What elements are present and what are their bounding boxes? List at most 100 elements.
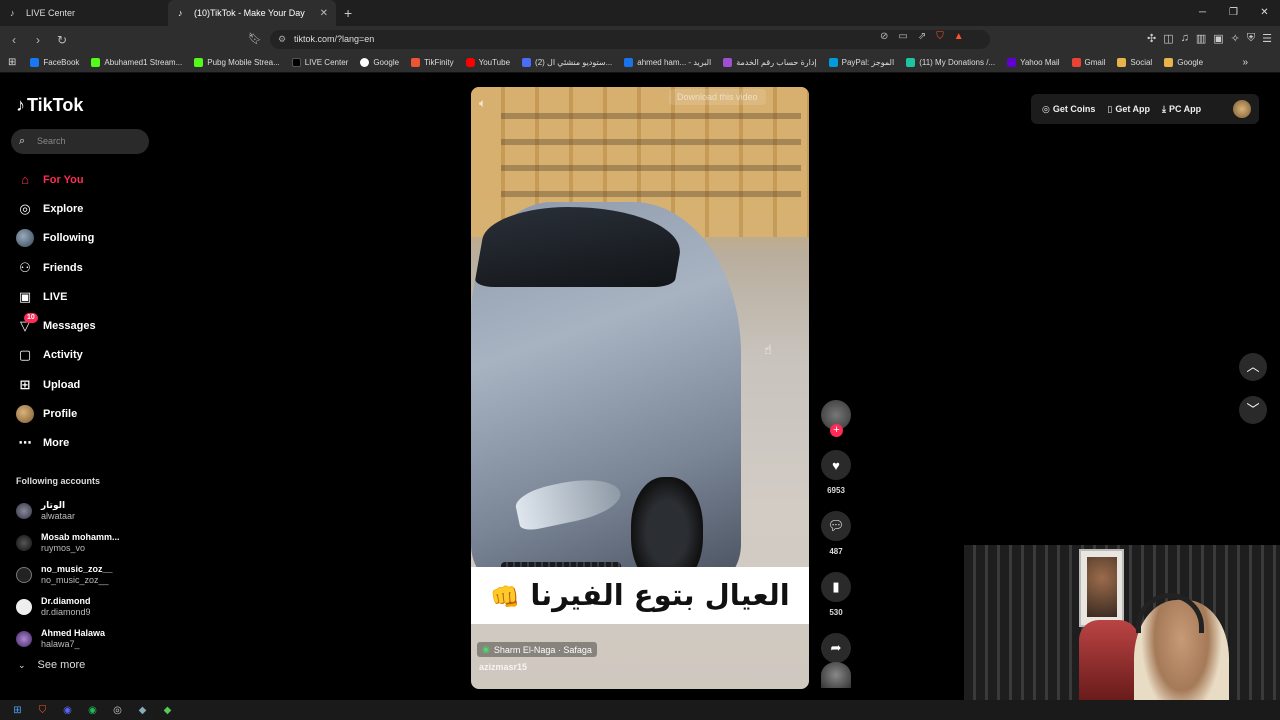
leo-ai-icon[interactable]: ✧ <box>1231 32 1240 45</box>
site-info-icon[interactable]: ⚙ <box>278 30 286 49</box>
cast-icon[interactable]: ▭ <box>898 31 907 42</box>
spotify-taskbar-icon[interactable]: ◉ <box>80 705 105 716</box>
youtube-icon <box>465 58 475 67</box>
video-author[interactable]: azizmasr15 <box>479 662 527 672</box>
reload-icon[interactable]: ↻ <box>52 33 72 47</box>
bookmark-item[interactable]: Yahoo Mail <box>1007 58 1060 67</box>
previous-video-button[interactable]: ︿ <box>1239 353 1267 381</box>
tiktok-favicon-icon: ♪ <box>178 8 183 18</box>
bookmark-item[interactable]: LIVE Center <box>291 58 348 67</box>
save-button[interactable]: ▮ 530 <box>820 572 852 617</box>
sidebar-item-upload[interactable]: ⊞ Upload <box>16 370 96 399</box>
sidebar-item-profile[interactable]: Profile <box>16 399 96 428</box>
bookmark-item[interactable]: إدارة حساب رقم الخدمة <box>723 58 817 67</box>
sidebar-menu: ⌂ For You ◎ Explore Following ⚇ Friends … <box>16 165 96 458</box>
location-tag[interactable]: ◉ Sharm El-Naga · Safaga <box>477 642 597 657</box>
list-item[interactable]: Ahmed Halawa halawa7_ <box>16 623 120 655</box>
windows-start-icon[interactable]: ⊞ <box>5 705 30 716</box>
profile-avatar-icon <box>16 405 34 424</box>
restore-icon[interactable]: ❐ <box>1218 0 1249 26</box>
download-video-button[interactable]: Download this video <box>669 89 766 105</box>
sidebar-item-explore[interactable]: ◎ Explore <box>16 194 96 223</box>
hand-cursor-icon: ☝ <box>764 342 772 357</box>
bookmark-item[interactable]: YouTube <box>465 58 510 67</box>
bookmark-item[interactable]: Google <box>360 58 399 67</box>
creator-avatar[interactable]: + <box>821 400 851 437</box>
pc-app-button[interactable]: ⤓ PC App <box>1162 104 1201 115</box>
live-icon: ▣ <box>18 288 32 304</box>
share-icon[interactable]: ⇗ <box>918 31 926 42</box>
tab-tiktok[interactable]: ♪ (10)TikTok - Make Your Day ✕ <box>168 0 336 26</box>
list-item[interactable]: Mosab mohamm... ruymos_vo <box>16 527 120 559</box>
kick-icon <box>194 58 204 67</box>
sidebar-item-more[interactable]: ⋯ More <box>16 429 96 458</box>
steam-taskbar-icon[interactable]: ◆ <box>130 705 155 716</box>
save-count: 530 <box>829 608 843 617</box>
tab-live-center[interactable]: ♪ LIVE Center <box>0 0 168 26</box>
tiktok-logo[interactable]: ♪ TikTok <box>16 95 83 116</box>
video-player[interactable]: 🔈︎ Download this video العيال بتوع الفير… <box>471 87 809 689</box>
get-coins-button[interactable]: ◎ Get Coins <box>1042 104 1095 115</box>
list-item[interactable]: Dr.diamond dr.diamond9 <box>16 591 120 623</box>
volume-icon[interactable]: 🔈︎ <box>479 96 486 111</box>
bookmark-item[interactable]: (11) My Donations /... <box>906 58 995 67</box>
extensions-icon[interactable]: ✣ <box>1147 32 1156 45</box>
sidebar-item-messages[interactable]: ▽ 10 Messages <box>16 311 96 340</box>
bookmark-folder[interactable]: Google <box>1164 58 1203 67</box>
get-app-button[interactable]: ▯ Get App <box>1107 104 1150 115</box>
screenshot-icon[interactable]: ◫ <box>1163 32 1173 45</box>
bookmark-folder[interactable]: Social <box>1117 58 1152 67</box>
discord-taskbar-icon[interactable]: ◉ <box>55 705 80 716</box>
tiktok-favicon-icon: ♪ <box>10 8 15 18</box>
new-tab-icon[interactable]: + <box>344 5 352 21</box>
media-icon[interactable]: ♫ <box>1181 32 1189 45</box>
user-avatar[interactable] <box>1233 100 1251 118</box>
sound-disc-icon[interactable] <box>821 662 851 688</box>
minimize-icon[interactable]: ─ <box>1187 0 1218 26</box>
comment-button[interactable]: 💬︎ 487 <box>820 511 852 556</box>
follow-plus-icon[interactable]: + <box>830 424 843 437</box>
bookmark-item[interactable]: Abuhamed1 Stream... <box>91 58 182 67</box>
brave-rewards-icon[interactable]: ▲ <box>954 31 964 42</box>
sidebar-item-following[interactable]: Following <box>16 224 96 253</box>
bookmark-item[interactable]: ahmed ham... - البريد <box>624 58 711 67</box>
obs-taskbar-icon[interactable]: ◎ <box>105 705 130 716</box>
bookmark-page-icon[interactable]: 🔖︎ <box>248 32 262 45</box>
apps-icon[interactable]: ⊞ <box>8 57 16 68</box>
no-tracking-icon[interactable]: ⊘ <box>880 31 888 42</box>
bookmark-item[interactable]: Gmail <box>1071 58 1105 67</box>
forward-icon[interactable]: › <box>28 33 48 47</box>
app-taskbar-icon[interactable]: ◆ <box>155 705 180 716</box>
home-icon: ⌂ <box>21 172 29 188</box>
bookmark-item[interactable]: (2) ستوديو منشئي ال... <box>522 58 612 67</box>
brave-shields-icon[interactable]: ⛉ <box>936 31 944 42</box>
close-window-icon[interactable]: ✕ <box>1249 0 1280 26</box>
upload-icon: ⊞ <box>19 376 31 392</box>
following-accounts-title: Following accounts <box>16 476 101 486</box>
sidebar-item-activity[interactable]: ▢ Activity <box>16 341 96 370</box>
sidebar-icon[interactable]: ▥ <box>1196 32 1206 45</box>
next-video-button[interactable]: ﹀ <box>1239 396 1267 424</box>
search-input[interactable]: ⌕ Search <box>11 129 149 154</box>
like-button[interactable]: ♥ 6953 <box>820 450 852 495</box>
sidebar-item-for-you[interactable]: ⌂ For You <box>16 165 96 194</box>
menu-icon[interactable]: ☰ <box>1262 32 1272 45</box>
more-bookmarks-icon[interactable]: » <box>1242 57 1248 68</box>
close-tab-icon[interactable]: ✕ <box>320 8 328 19</box>
chevron-down-icon: ﹀ <box>1246 402 1260 417</box>
bookmark-item[interactable]: TikFinity <box>411 58 454 67</box>
brave-taskbar-icon[interactable]: ⛉ <box>30 705 55 716</box>
list-item[interactable]: الوتار alwataar <box>16 495 120 527</box>
bookmark-item[interactable]: FaceBook <box>30 58 79 67</box>
wallet-icon[interactable]: ▣ <box>1213 32 1223 45</box>
bookmark-item[interactable]: PayPal: الموجز <box>828 58 894 67</box>
bookmark-item[interactable]: Pubg Mobile Strea... <box>194 58 280 67</box>
list-item[interactable]: no_music_zoz__ no_music_zoz__ <box>16 559 120 591</box>
back-icon[interactable]: ‹ <box>4 33 24 47</box>
see-more-button[interactable]: ⌄ See more <box>18 659 85 671</box>
vpn-icon[interactable]: ⛨ <box>1247 32 1255 45</box>
url-text: tiktok.com/?lang=en <box>294 34 375 44</box>
address-toolbar: ‹ › ↻ 🔖︎ ⚙ tiktok.com/?lang=en ⊘ ▭ ⇗ ⛉ ▲… <box>0 26 1280 53</box>
sidebar-item-friends[interactable]: ⚇ Friends <box>16 253 96 282</box>
sidebar-item-live[interactable]: ▣ LIVE <box>16 282 96 311</box>
